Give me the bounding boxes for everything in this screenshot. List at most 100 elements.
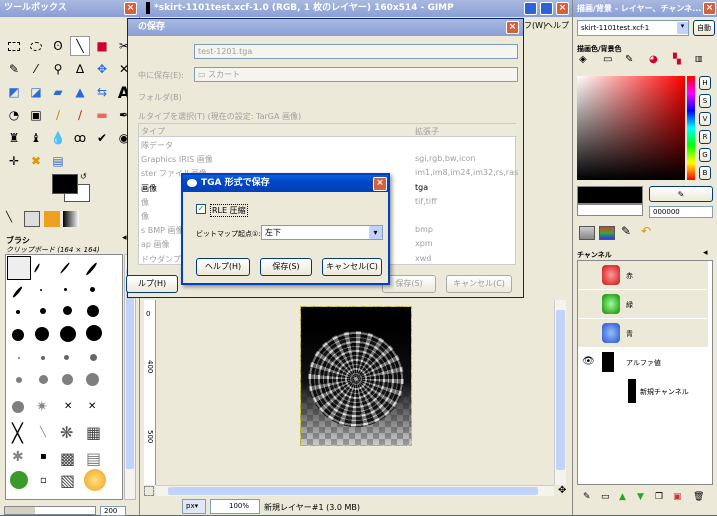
canvas-vscrollbar[interactable] [554, 300, 566, 485]
tab-brushes[interactable] [24, 211, 40, 227]
image-canvas[interactable] [300, 306, 412, 446]
dodge-burn-icon[interactable]: ✔ [92, 128, 112, 148]
menu-help[interactable]: ヘルプ [545, 20, 569, 31]
rect-select-icon[interactable] [4, 36, 24, 56]
brush-item[interactable] [90, 287, 95, 292]
channel-b-button[interactable]: B [699, 166, 711, 180]
col-ext-header[interactable]: 拡張子 [415, 126, 439, 137]
channel-to-selection-icon[interactable]: ▣ [673, 492, 682, 502]
unit-select[interactable]: px▾ [182, 499, 206, 514]
brush-item[interactable] [16, 377, 22, 383]
measure-icon[interactable]: ∆ [70, 59, 90, 79]
channel-row-new[interactable]: 新規チャンネル [578, 377, 708, 406]
lasso-icon[interactable]: ʘ [48, 36, 68, 56]
save-dialog-close-button[interactable]: × [506, 21, 519, 34]
tab-gradients[interactable] [63, 211, 79, 227]
brush-item[interactable] [63, 306, 72, 315]
brush-selected[interactable] [7, 256, 31, 280]
palette-color-icon[interactable]: ▚ [673, 54, 681, 65]
dropdown-arrow-icon[interactable]: ▾ [677, 22, 688, 34]
brush-item[interactable]: ✕ [88, 401, 96, 412]
brush-item[interactable] [40, 308, 46, 314]
duplicate-channel-icon[interactable]: ❐ [655, 492, 663, 502]
bucket-fill-icon[interactable]: ◔ [4, 105, 24, 125]
align-icon[interactable]: ✛ [4, 151, 24, 171]
brush-item[interactable] [60, 326, 76, 342]
canvas-hscroll-thumb[interactable] [168, 487, 538, 495]
foreground-color-swatch[interactable] [52, 174, 78, 194]
zoom-select[interactable]: 100% [210, 499, 260, 514]
scale-icon[interactable]: ◪ [26, 82, 46, 102]
brush-item[interactable]: ▪ [40, 451, 47, 462]
channel-h-button[interactable]: H [699, 76, 711, 90]
filetype-row[interactable]: 隊データ [139, 138, 515, 152]
fuzzy-select-icon[interactable]: ╲ [70, 36, 90, 56]
brush-scroll-thumb[interactable] [126, 269, 134, 469]
brush-item[interactable] [59, 261, 71, 275]
brush-item[interactable]: ✕ [64, 401, 72, 412]
image-select-dropdown[interactable]: skirt-1101test.xcf-1 [577, 20, 689, 36]
browse-folders-toggle[interactable]: フォルダ(B) [138, 92, 182, 103]
brush-item[interactable] [40, 289, 42, 291]
move-icon[interactable]: ✥ [92, 59, 112, 79]
brush-item[interactable] [86, 325, 102, 341]
ellipse-select-icon[interactable] [26, 36, 46, 56]
ink-icon[interactable]: ♜ [4, 128, 24, 148]
smudge-icon[interactable]: ꝏ [70, 128, 90, 148]
undo-tab-icon[interactable]: ↶ [641, 224, 651, 238]
brush-item[interactable] [87, 305, 99, 317]
blend-icon[interactable]: ▣ [26, 105, 46, 125]
brush-item[interactable] [12, 329, 24, 341]
script-icon[interactable]: ▤ [48, 151, 68, 171]
brush-item[interactable] [64, 355, 69, 360]
brush-item[interactable] [11, 285, 24, 299]
menu-window[interactable]: フ(W) [524, 20, 546, 31]
filetype-label[interactable]: ルタイプを選択(T) (現在の設定: TarGA 画像) [138, 111, 301, 122]
brush-item[interactable] [18, 357, 20, 359]
brush-item[interactable] [39, 375, 48, 384]
gimp-color-icon[interactable]: ◈ [579, 54, 587, 65]
paths-tab-icon[interactable]: ✎ [621, 224, 631, 238]
brush-item[interactable]: ❋ [60, 423, 73, 442]
brush-item[interactable]: ▦ [86, 423, 101, 442]
brush-item[interactable] [33, 263, 41, 273]
brush-item[interactable]: ✱ [12, 449, 24, 465]
brush-item[interactable] [86, 373, 99, 386]
brushes-menu-icon[interactable]: ◂ [122, 233, 127, 243]
navigate-icon[interactable]: ✥ [558, 485, 566, 496]
clone-icon[interactable]: ♝ [26, 128, 46, 148]
color-picker-icon[interactable]: ⁄ [26, 59, 46, 79]
brush-item[interactable]: ╳ [12, 423, 23, 444]
col-type-header[interactable]: タイプ [141, 126, 165, 137]
eye-icon[interactable]: 👁 [582, 356, 595, 367]
filename-input[interactable]: test-1201.tga [194, 44, 518, 59]
origin-dropdown-icon[interactable]: ▾ [369, 226, 382, 239]
channel-row-alpha[interactable]: 👁 アルファ値 [578, 348, 708, 377]
brush-item[interactable]: ▧ [60, 471, 75, 490]
channel-row-green[interactable]: 緑 [578, 290, 708, 319]
brush-item[interactable] [10, 471, 28, 489]
channel-g-button[interactable]: G [699, 148, 711, 162]
channel-v-button[interactable]: V [699, 112, 711, 126]
paths-icon[interactable]: ✎ [4, 59, 24, 79]
brush-item[interactable] [35, 327, 49, 341]
brush-item[interactable] [41, 356, 45, 360]
perspective-icon[interactable]: ▲ [70, 82, 90, 102]
tga-close-button[interactable]: × [373, 177, 387, 191]
pen-color-icon[interactable]: ✎ [625, 54, 633, 65]
canvas-area[interactable] [156, 300, 554, 485]
tab-patterns[interactable] [44, 211, 60, 227]
bg-color-preview[interactable] [577, 204, 643, 216]
color-gradient-square[interactable] [577, 76, 685, 180]
delete-channel-icon[interactable]: 🗑 [693, 492, 704, 502]
tab-tool-options[interactable]: ╲ [6, 212, 20, 226]
brush-item[interactable] [85, 261, 98, 277]
canvas-hscrollbar[interactable] [156, 485, 554, 496]
channel-row-blue[interactable]: 青 [578, 319, 708, 348]
image-close-button[interactable]: × [556, 2, 569, 15]
image-maximize-button[interactable] [540, 2, 553, 15]
toolbox-close-button[interactable]: × [124, 2, 137, 15]
channels-tab-icon[interactable] [599, 226, 615, 240]
fuzzy-icon[interactable]: ✖ [26, 151, 46, 171]
wheel-color-icon[interactable]: ◕ [649, 54, 658, 65]
